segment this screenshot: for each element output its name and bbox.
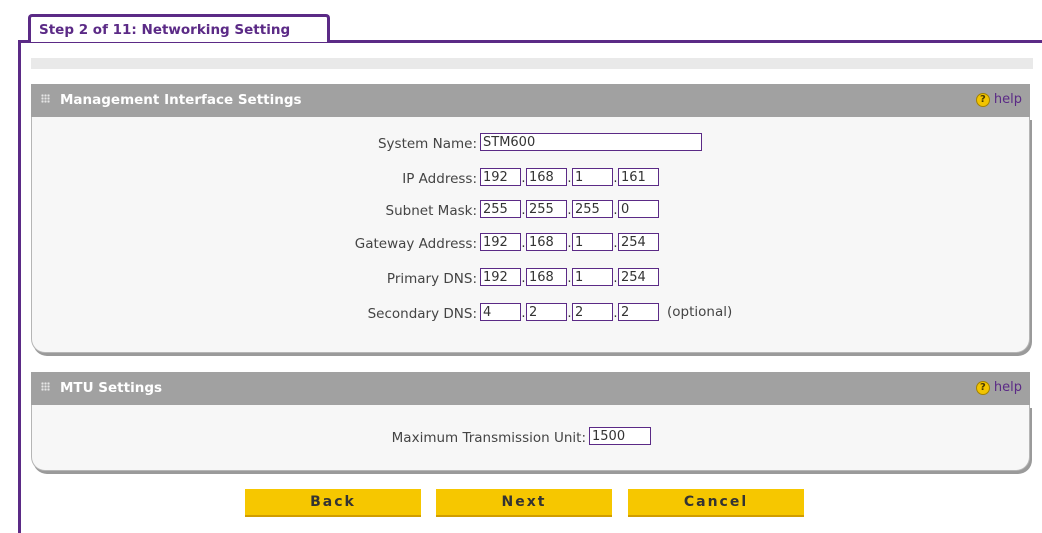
ip-address-octet-1[interactable]: 192 <box>480 168 521 186</box>
system-name-input[interactable]: STM600 <box>480 133 702 151</box>
management-section-title: Management Interface Settings <box>60 92 302 108</box>
gateway-address-octet-3[interactable]: 1 <box>572 233 613 251</box>
gateway-address-octet-1[interactable]: 192 <box>480 233 521 251</box>
gateway-address-row: Gateway Address: 192 . 168 . 1 . 254 <box>32 233 1029 255</box>
mtu-label: Maximum Transmission Unit: <box>391 430 586 446</box>
top-divider-strip <box>31 58 1033 69</box>
system-name-row: System Name: STM600 <box>32 133 1029 155</box>
mtu-input[interactable]: 1500 <box>589 427 651 445</box>
management-section-header: Management Interface Settings ? help <box>31 84 1030 117</box>
secondary-dns-label: Secondary DNS: <box>367 306 477 322</box>
next-button[interactable]: Next <box>436 489 612 517</box>
primary-dns-label: Primary DNS: <box>386 271 477 287</box>
mtu-section-title: MTU Settings <box>60 380 163 396</box>
subnet-mask-label: Subnet Mask: <box>385 203 477 219</box>
management-settings-panel: System Name: STM600 IP Address: 192 . 16… <box>31 117 1030 353</box>
secondary-dns-row: Secondary DNS: 4 . 2 . 2 . 2 (optional) <box>32 303 1029 325</box>
mtu-fields: 1500 <box>589 427 651 445</box>
subnet-mask-fields: 255 . 255 . 255 . 0 <box>480 200 659 218</box>
primary-dns-octet-1[interactable]: 192 <box>480 268 521 286</box>
subnet-mask-row: Subnet Mask: 255 . 255 . 255 . 0 <box>32 200 1029 222</box>
gateway-address-octet-2[interactable]: 168 <box>526 233 567 251</box>
ip-address-row: IP Address: 192 . 168 . 1 . 161 <box>32 168 1029 190</box>
back-button[interactable]: Back <box>245 489 421 517</box>
secondary-dns-fields: 4 . 2 . 2 . 2 (optional) <box>480 303 732 321</box>
primary-dns-octet-3[interactable]: 1 <box>572 268 613 286</box>
secondary-dns-octet-4[interactable]: 2 <box>618 303 659 321</box>
optional-note: (optional) <box>667 304 733 320</box>
grip-icon <box>41 93 50 103</box>
subnet-mask-octet-1[interactable]: 255 <box>480 200 521 218</box>
mtu-section-header: MTU Settings ? help <box>31 372 1030 405</box>
mtu-help-link[interactable]: ? help <box>975 380 1022 395</box>
ip-address-octet-4[interactable]: 161 <box>618 168 659 186</box>
mtu-row: Maximum Transmission Unit: 1500 <box>32 427 1029 449</box>
help-label: help <box>993 380 1022 395</box>
ip-address-fields: 192 . 168 . 1 . 161 <box>480 168 659 186</box>
help-icon: ? <box>975 92 990 107</box>
subnet-mask-octet-2[interactable]: 255 <box>526 200 567 218</box>
step-tab[interactable]: Step 2 of 11: Networking Setting <box>28 14 330 42</box>
system-name-label: System Name: <box>377 136 477 152</box>
grip-icon <box>41 381 50 391</box>
management-help-link[interactable]: ? help <box>975 92 1022 107</box>
help-icon: ? <box>975 380 990 395</box>
gateway-address-fields: 192 . 168 . 1 . 254 <box>480 233 659 251</box>
mtu-settings-panel: Maximum Transmission Unit: 1500 <box>31 405 1030 471</box>
primary-dns-fields: 192 . 168 . 1 . 254 <box>480 268 659 286</box>
ip-address-octet-3[interactable]: 1 <box>572 168 613 186</box>
system-name-fields: STM600 <box>480 133 702 151</box>
ip-address-label: IP Address: <box>402 171 477 187</box>
help-label: help <box>993 92 1022 107</box>
secondary-dns-octet-2[interactable]: 2 <box>526 303 567 321</box>
primary-dns-row: Primary DNS: 192 . 168 . 1 . 254 <box>32 268 1029 290</box>
primary-dns-octet-4[interactable]: 254 <box>618 268 659 286</box>
ip-address-octet-2[interactable]: 168 <box>526 168 567 186</box>
cancel-button[interactable]: Cancel <box>628 489 804 517</box>
subnet-mask-octet-3[interactable]: 255 <box>572 200 613 218</box>
gateway-address-label: Gateway Address: <box>354 236 477 252</box>
gateway-address-octet-4[interactable]: 254 <box>618 233 659 251</box>
secondary-dns-octet-3[interactable]: 2 <box>572 303 613 321</box>
secondary-dns-octet-1[interactable]: 4 <box>480 303 521 321</box>
subnet-mask-octet-4[interactable]: 0 <box>618 200 659 218</box>
primary-dns-octet-2[interactable]: 168 <box>526 268 567 286</box>
